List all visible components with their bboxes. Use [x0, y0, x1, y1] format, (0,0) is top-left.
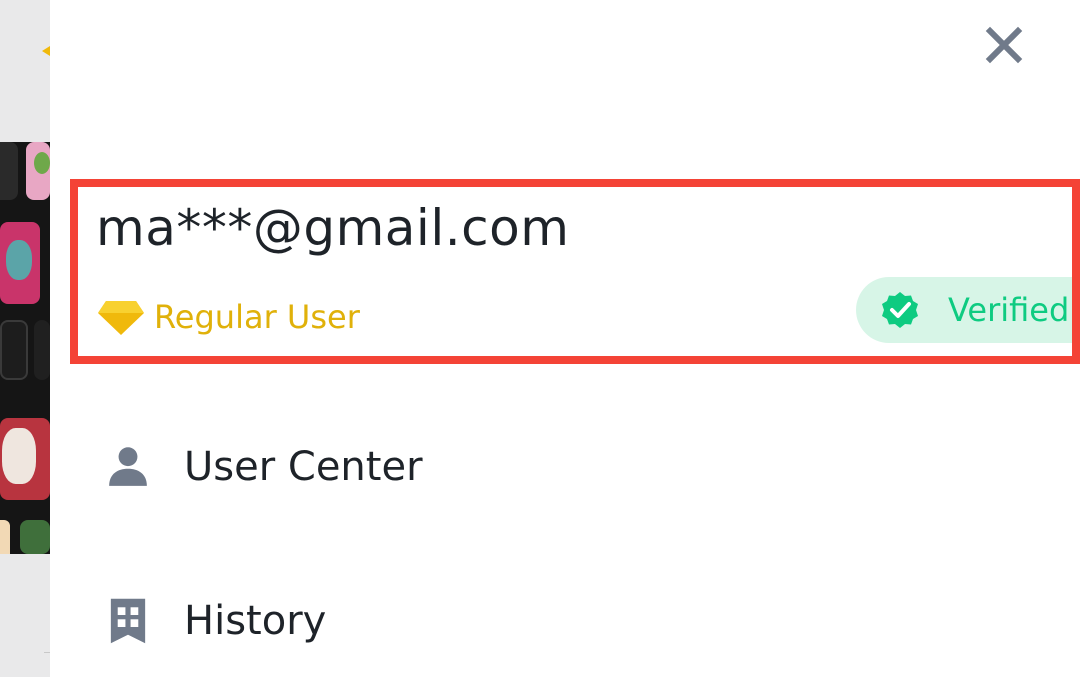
menu-item-history[interactable]: History	[100, 576, 1040, 666]
menu-item-user-center[interactable]: User Center	[100, 422, 1040, 512]
account-summary[interactable]: ma***@gmail.com Regular User Verified	[70, 179, 1080, 364]
account-drawer: ma***@gmail.com Regular User Verified Us…	[50, 0, 1080, 677]
nft-thumbnail	[0, 520, 10, 554]
back-arrow-fragment	[42, 46, 50, 56]
nft-thumbnail-strip	[0, 142, 50, 554]
diamond-icon	[98, 301, 144, 335]
nft-thumbnail	[0, 320, 28, 380]
screen: ma***@gmail.com Regular User Verified Us…	[0, 0, 1080, 677]
history-icon	[110, 598, 146, 644]
nft-thumbnail	[34, 320, 50, 380]
menu-item-label: History	[184, 598, 327, 644]
user-icon	[109, 447, 147, 486]
close-icon	[985, 26, 1023, 64]
verification-status: Verified	[948, 291, 1070, 329]
background-app-content	[0, 0, 50, 677]
nft-thumbnail	[0, 222, 40, 304]
user-tier-label: Regular User	[154, 298, 360, 336]
menu-item-label: User Center	[184, 444, 423, 490]
nft-thumbnail	[0, 418, 50, 500]
verified-check-icon	[882, 292, 918, 328]
verification-badge[interactable]: Verified	[856, 277, 1072, 343]
user-tier[interactable]: Regular User	[96, 295, 360, 339]
nft-thumbnail	[20, 520, 50, 554]
nft-thumbnail	[0, 142, 18, 200]
nft-thumbnail	[26, 142, 50, 200]
close-button[interactable]	[979, 20, 1029, 70]
account-email: ma***@gmail.com	[96, 199, 570, 257]
